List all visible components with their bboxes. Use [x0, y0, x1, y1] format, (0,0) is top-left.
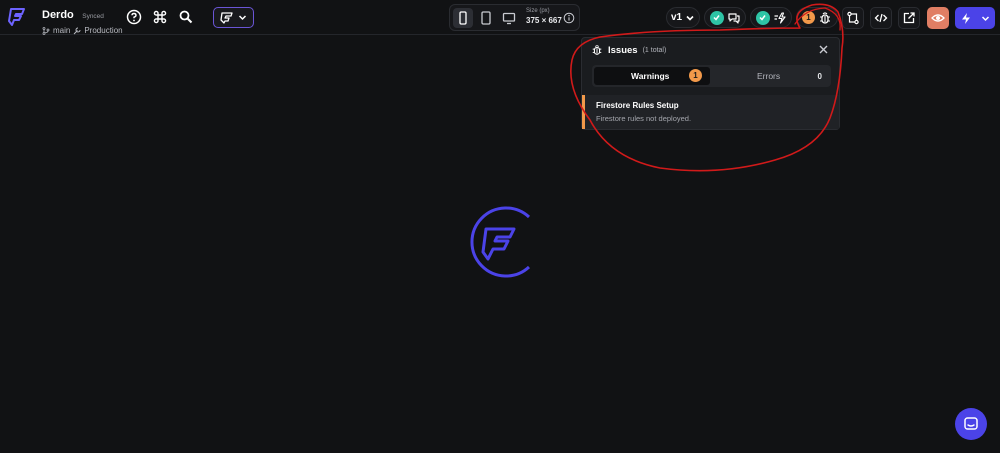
- eye-icon: [931, 14, 945, 22]
- branch-icon: [42, 26, 50, 35]
- chat-bubbles-icon: [727, 12, 740, 24]
- chevron-down-icon: [238, 15, 247, 21]
- check-icon: [709, 10, 724, 25]
- size-value: 375 × 667: [526, 16, 562, 25]
- chevron-down-icon: [686, 15, 694, 21]
- preview-button[interactable]: [927, 7, 949, 29]
- device-phone-button[interactable]: [453, 8, 473, 28]
- check-icon: [755, 10, 770, 25]
- issue-description: Firestore rules not deployed.: [596, 114, 692, 123]
- info-icon[interactable]: [563, 12, 575, 24]
- errors-count: 0: [817, 71, 822, 81]
- code-icon: [874, 13, 888, 23]
- external-link-icon: [903, 12, 915, 24]
- canvas-size-readout[interactable]: Size (px) 375 × 667: [526, 8, 562, 25]
- top-toolbar: Derdo Synced main Production Size (px) 3…: [0, 0, 1000, 35]
- tablet-icon: [481, 11, 491, 25]
- bug-icon: [820, 11, 830, 24]
- branch-icon: [847, 11, 859, 25]
- run-button[interactable]: [955, 7, 995, 29]
- support-chat-button[interactable]: [955, 408, 987, 440]
- device-tablet-button[interactable]: [476, 8, 496, 28]
- bug-icon: [592, 45, 602, 55]
- app-logo-icon[interactable]: [6, 6, 28, 28]
- page-selector-dropdown[interactable]: [213, 7, 254, 28]
- page-tree-icon: [220, 11, 233, 24]
- issues-title: Issues: [608, 44, 638, 56]
- close-icon[interactable]: [818, 44, 829, 55]
- environment-name: Production: [84, 26, 123, 35]
- command-icon[interactable]: [152, 9, 168, 25]
- app-logo-icon: [481, 227, 516, 261]
- project-name: Derdo: [42, 9, 74, 21]
- loading-spinner: [470, 206, 531, 278]
- tab-errors[interactable]: Errors 0: [712, 67, 829, 85]
- help-icon[interactable]: [126, 9, 142, 25]
- issues-total: (1 total): [642, 46, 667, 54]
- tab-warnings[interactable]: Warnings 1: [594, 67, 710, 85]
- tab-warnings-label: Warnings: [631, 71, 670, 81]
- tab-errors-label: Errors: [757, 71, 781, 81]
- chevron-down-icon[interactable]: [981, 14, 990, 23]
- lightning-icon: [962, 12, 970, 24]
- open-external-button[interactable]: [898, 7, 920, 29]
- phone-icon: [459, 11, 467, 25]
- device-size-selector: Size (px) 375 × 667: [449, 4, 580, 31]
- issues-tabs: Warnings 1 Errors 0: [592, 65, 831, 87]
- issue-title: Firestore Rules Setup: [596, 101, 679, 110]
- quick-action-icon: [774, 11, 786, 24]
- version-dropdown[interactable]: v1: [666, 7, 700, 28]
- issues-panel: Issues (1 total) Warnings 1 Errors 0 Fir…: [581, 37, 840, 130]
- collaboration-status-button[interactable]: [704, 7, 746, 28]
- warning-count-badge: 1: [802, 11, 815, 24]
- branching-button[interactable]: [842, 7, 864, 29]
- size-label: Size (px): [526, 8, 550, 14]
- device-desktop-button[interactable]: [499, 8, 519, 28]
- view-code-button[interactable]: [870, 7, 892, 29]
- issues-panel-header: Issues (1 total): [591, 44, 666, 56]
- warnings-count-badge: 1: [689, 69, 702, 82]
- branch-name: main: [53, 26, 71, 35]
- desktop-icon: [502, 12, 516, 25]
- project-info[interactable]: Derdo Synced main Production: [42, 5, 123, 35]
- sync-status: Synced: [82, 13, 104, 20]
- issue-item[interactable]: Firestore Rules Setup Firestore rules no…: [582, 95, 839, 129]
- issues-button[interactable]: 1: [796, 7, 838, 28]
- chat-icon: [964, 417, 978, 430]
- build-status-button[interactable]: [750, 7, 792, 28]
- wrench-icon: [73, 27, 81, 34]
- version-label: v1: [670, 12, 683, 23]
- search-icon[interactable]: [178, 9, 194, 25]
